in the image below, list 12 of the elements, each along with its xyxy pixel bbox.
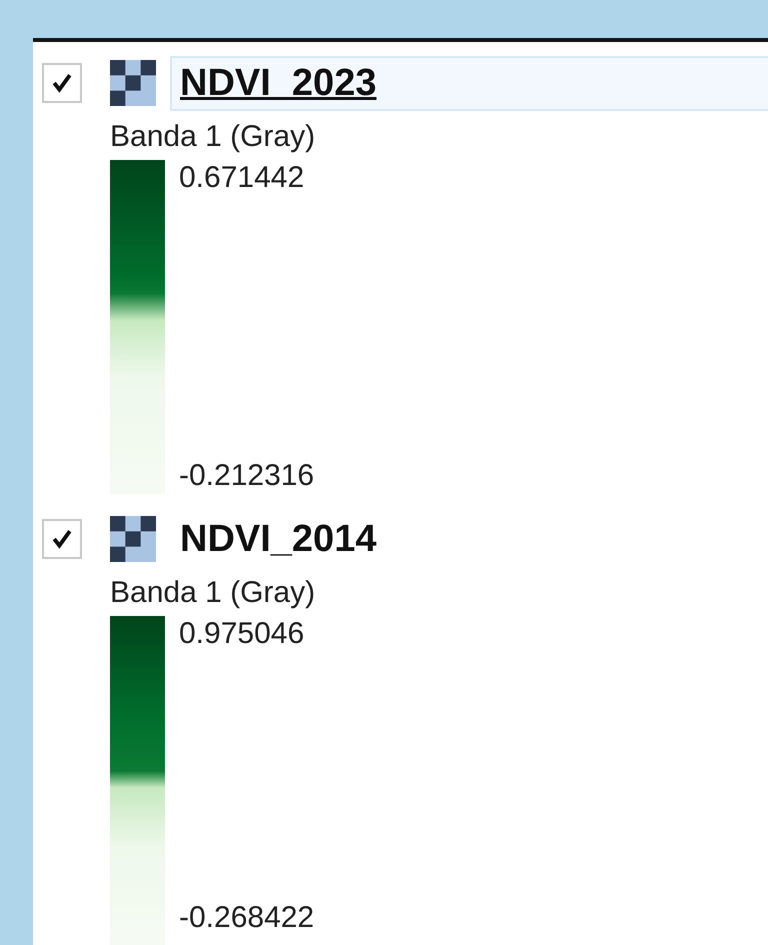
band-label: Banda 1 (Gray) xyxy=(110,575,316,611)
layer-name[interactable]: NDVI_2023 xyxy=(170,56,768,110)
max-value: 0.975046 xyxy=(179,616,306,652)
layer-checkbox[interactable] xyxy=(42,519,82,559)
layer-name[interactable]: NDVI_2014 xyxy=(170,512,768,566)
layer-checkbox[interactable] xyxy=(42,63,82,103)
band-label: Banda 1 (Gray) xyxy=(110,119,316,155)
min-value: -0.268422 xyxy=(179,900,314,936)
max-value: 0.671442 xyxy=(179,160,306,196)
raster-layer-icon xyxy=(110,516,156,562)
min-value: -0.212316 xyxy=(179,458,314,494)
raster-layer-icon xyxy=(110,60,156,106)
